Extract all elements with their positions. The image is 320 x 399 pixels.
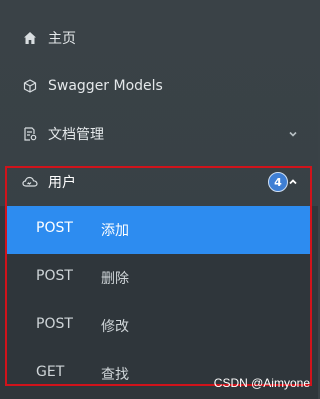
submenu-item-delete[interactable]: POST 删除: [0, 254, 318, 302]
chevron-down-icon[interactable]: [285, 126, 301, 142]
cube-icon: [22, 78, 38, 94]
nav-item-label: 主页: [48, 31, 76, 47]
chevron-up-icon[interactable]: [285, 174, 301, 190]
nav-item-label: 用户: [48, 175, 76, 191]
api-action: 修改: [101, 319, 129, 335]
submenu-item-update[interactable]: POST 修改: [0, 302, 318, 350]
nav-item-label: Swagger Models: [48, 78, 163, 94]
sidebar: 主页 Swagger Models 文档管理 用户 4 POST 添加 POST…: [0, 0, 318, 399]
doc-settings-icon: [22, 126, 38, 142]
http-method: GET: [36, 364, 65, 380]
nav-item-swagger-models[interactable]: Swagger Models: [0, 62, 318, 110]
nav-item-home[interactable]: 主页: [0, 14, 318, 62]
http-method: POST: [36, 316, 73, 332]
api-action: 查找: [101, 367, 129, 383]
http-method: POST: [36, 220, 73, 236]
api-action: 删除: [101, 271, 129, 287]
submenu-item-find[interactable]: GET 查找: [0, 350, 318, 398]
submenu-item-add[interactable]: POST 添加: [5, 206, 312, 254]
nav-item-user[interactable]: 用户 4: [0, 158, 318, 206]
home-icon: [22, 30, 38, 46]
watermark: CSDN @Aimyone: [213, 376, 310, 390]
cloud-icon: [22, 174, 38, 190]
http-method: POST: [36, 268, 73, 284]
api-action: 添加: [101, 223, 129, 239]
nav-item-label: 文档管理: [48, 127, 104, 143]
nav-item-doc-manage[interactable]: 文档管理: [0, 110, 318, 158]
